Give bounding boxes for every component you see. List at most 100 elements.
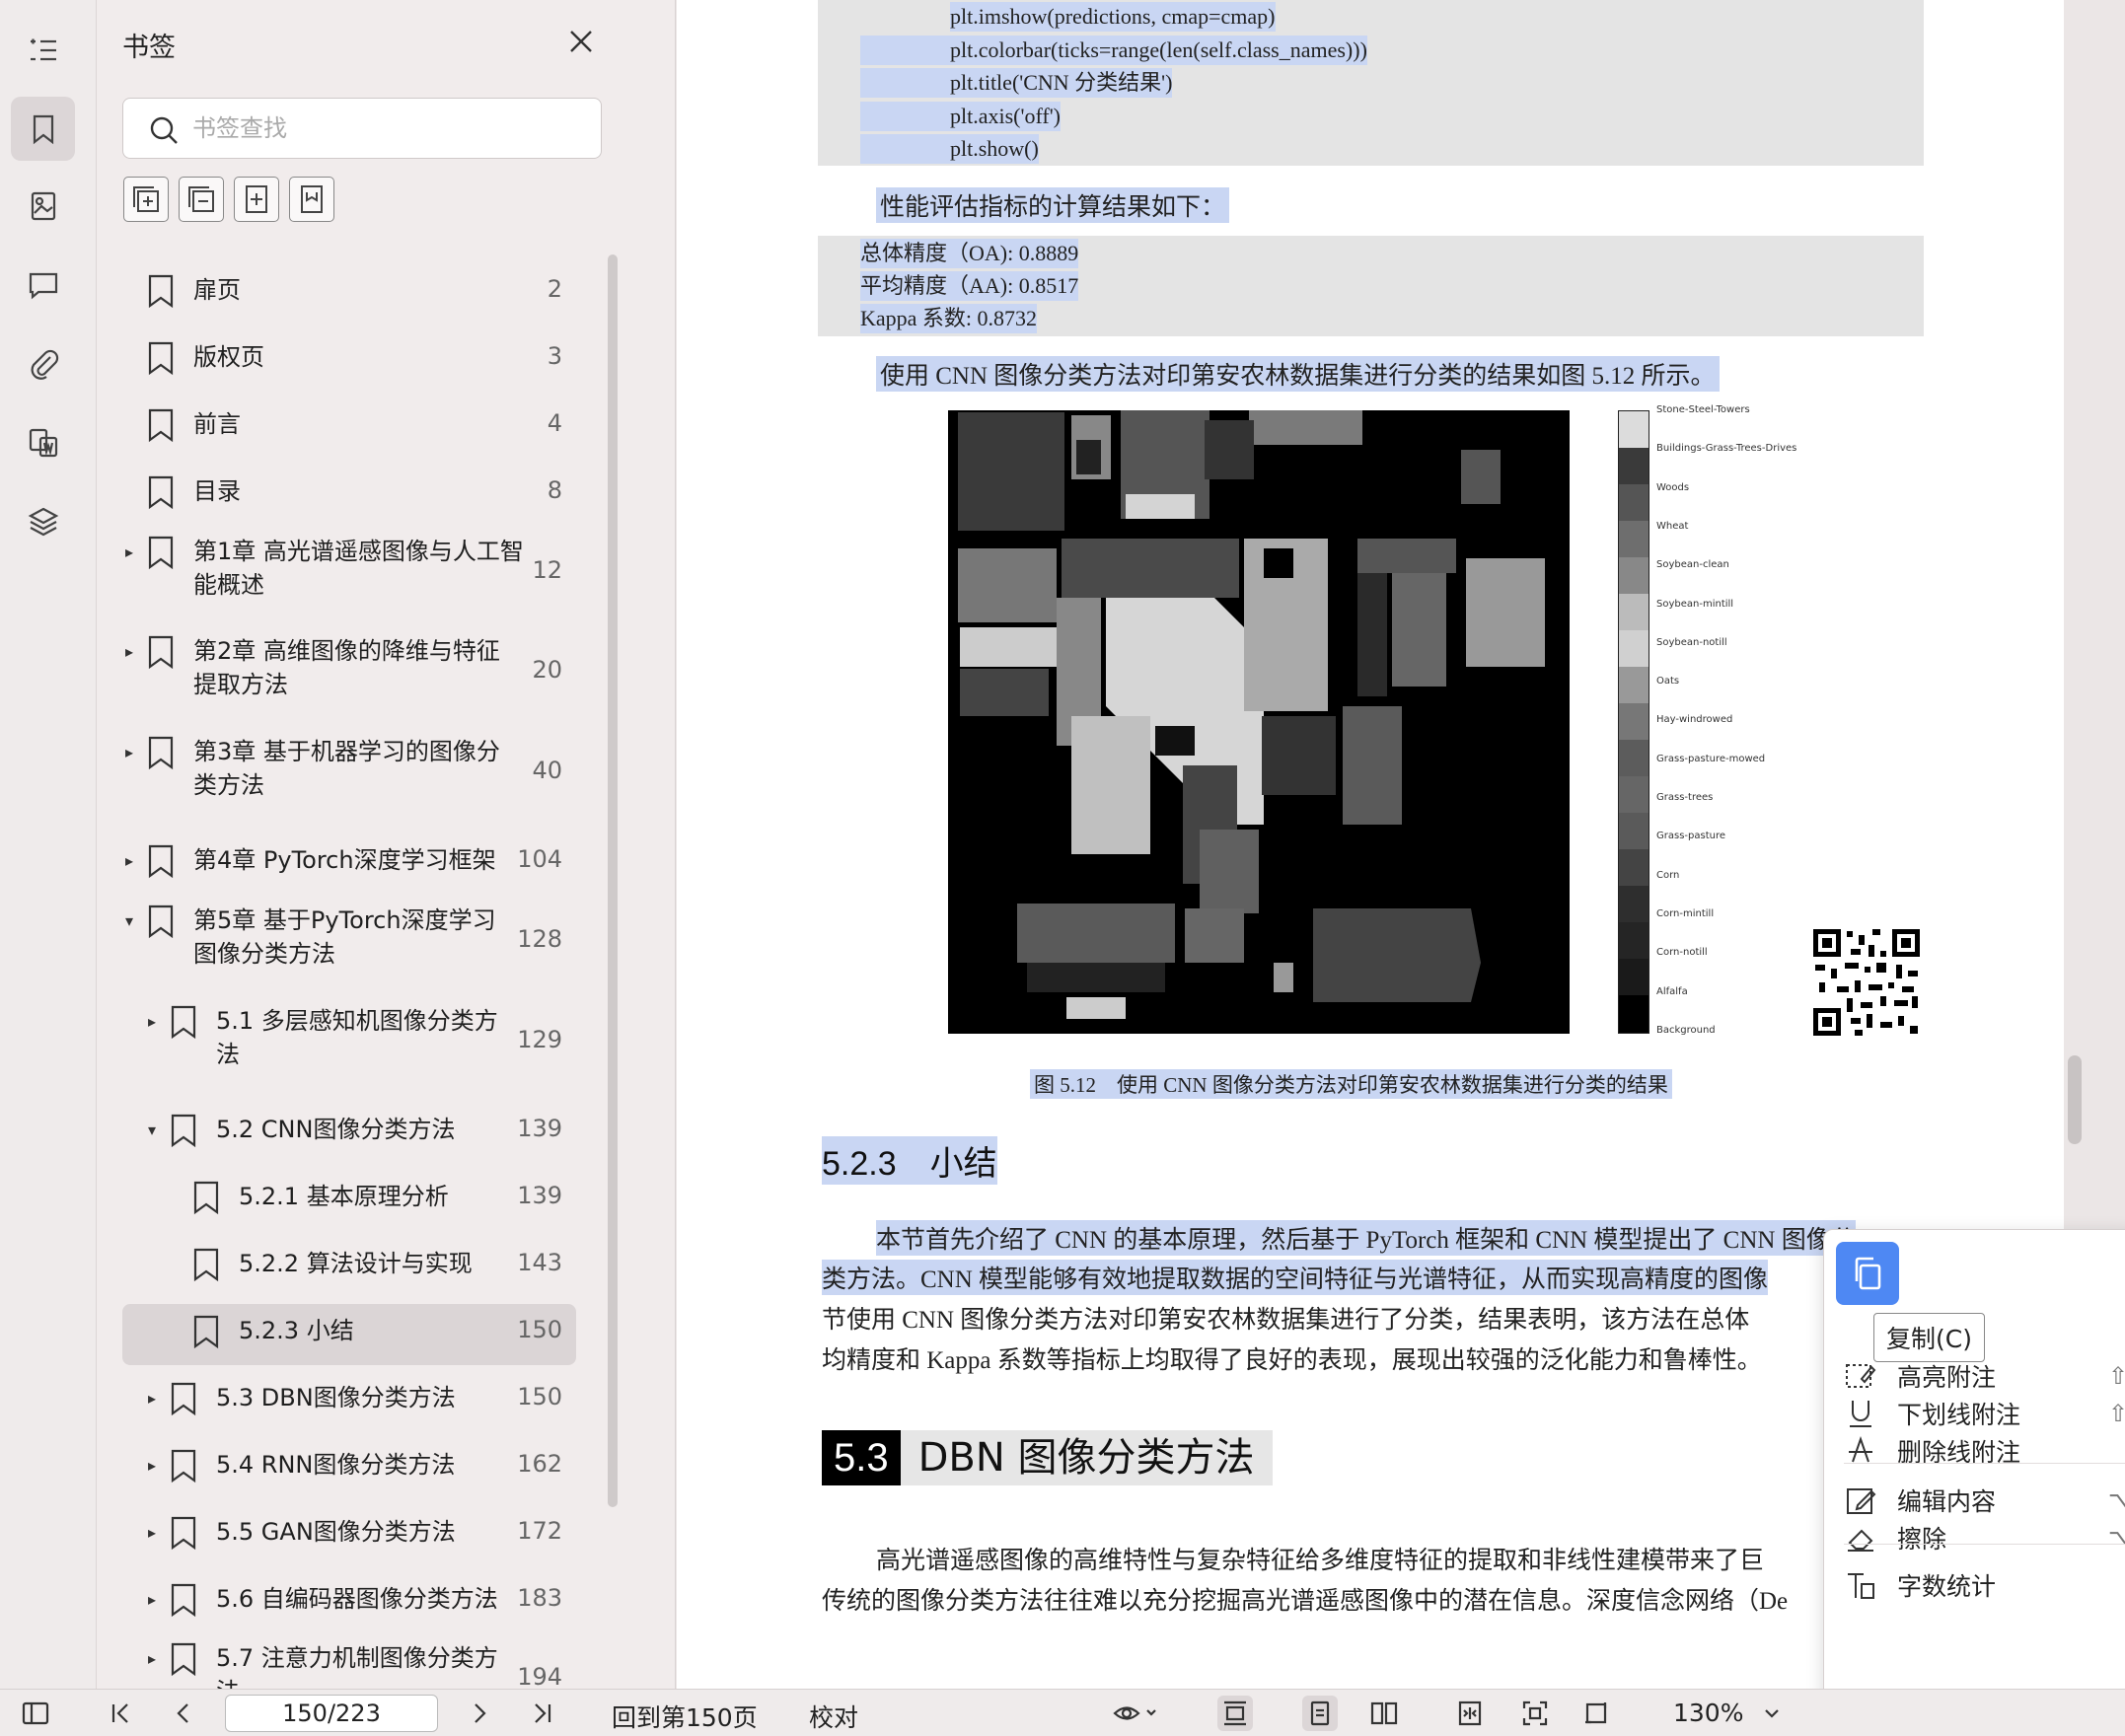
bookmark-page-number: 143 [517,1249,562,1276]
expand-arrow-icon[interactable]: ▸ [148,1649,164,1668]
metric-line: 总体精度（OA): 0.8889 [860,239,1079,268]
bookmark-item[interactable]: 目录 8 [122,465,576,522]
view-mode-icon[interactable] [1107,1696,1166,1731]
bookmark-label: 5.2 CNN图像分类方法 [216,1116,456,1143]
bookmark-label: 目录 [193,477,241,505]
bookmark-label: 版权页 [193,343,264,371]
expand-arrow-icon[interactable]: ▸ [148,1590,164,1609]
search-input[interactable] [192,107,587,150]
bookmark-item[interactable]: ▸ 5.4 RNN图像分类方法 162 [122,1438,576,1495]
bookmark-icon [146,904,176,939]
expand-arrow-icon[interactable]: ▸ [125,642,141,661]
bookmark-icon [146,273,176,309]
bookmark-item[interactable]: ▸ 第1章 高光谱遥感图像与人工智 能概述 12 [122,533,576,612]
bookmark-search[interactable] [122,98,602,159]
copy-icon [1855,1257,1881,1290]
document-scrollbar[interactable] [2068,1055,2082,1144]
collapse-arrow-icon[interactable]: ▾ [125,911,141,930]
page-number-input[interactable] [225,1695,438,1732]
bookmark-icon [146,843,176,879]
bookmark-icon [169,1448,198,1483]
colorbar-label: Hay-windrowed [1656,714,1733,726]
bookmark-icon[interactable] [11,97,75,161]
bookmark-item[interactable]: ▸ 5.7 注意力机制图像分类方法 194 [122,1639,576,1689]
bookmark-item[interactable]: 前言 4 [122,398,576,455]
comment-icon[interactable] [11,253,75,317]
panel-title: 书签 [122,33,176,63]
bookmark-item[interactable]: ▸ 5.3 DBN图像分类方法 150 [122,1371,576,1428]
bookmark-item[interactable]: ▸ 第2章 高维图像的降维与特征 提取方法 20 [122,632,576,711]
bookmark-page-number: 194 [517,1663,562,1689]
attachment-icon[interactable] [11,331,75,396]
bookmark-item[interactable]: 5.2.2 算法设计与实现 143 [122,1237,576,1294]
bookmark-item[interactable]: ▾ 5.2 CNN图像分类方法 139 [122,1103,576,1160]
bookmark-scrollbar[interactable] [608,254,618,1507]
add-bookmark-icon[interactable] [234,177,279,222]
close-icon[interactable] [563,24,599,59]
bookmark-page-number: 104 [517,845,562,873]
continuous-scroll-icon[interactable] [1217,1696,1253,1731]
context-menu: 复制(C) 高亮附注⇧⌘下划线附注⇧⌘删除线附注编辑内容⌥擦除⌥字数统计 [1823,1229,2125,1736]
bookmark-page-number: 2 [547,275,562,303]
proofread-button[interactable]: 校对 [809,1699,858,1734]
chevron-down-icon[interactable] [1754,1696,1790,1731]
bookmark-item[interactable]: ▸ 5.5 GAN图像分类方法 172 [122,1505,576,1562]
expand-arrow-icon[interactable]: ▸ [125,743,141,761]
expand-arrow-icon[interactable]: ▸ [148,1012,164,1031]
two-page-icon[interactable] [1366,1696,1402,1731]
bookmark-page-number: 40 [532,757,562,784]
context-menu-item[interactable]: 字数统计 [1844,1563,2125,1607]
back-to-page-button[interactable]: 回到第150页 [612,1699,758,1734]
rotate-icon[interactable] [1578,1696,1614,1731]
context-menu-item[interactable]: 删除线附注 [1844,1429,2125,1473]
next-page-icon[interactable] [462,1696,497,1731]
layers-icon[interactable] [11,489,75,553]
last-page-icon[interactable] [525,1696,560,1731]
first-page-icon[interactable] [103,1696,138,1731]
fit-page-icon[interactable] [1517,1696,1553,1731]
collapse-all-icon[interactable] [179,177,224,222]
prev-page-icon[interactable] [166,1696,201,1731]
expand-arrow-icon[interactable]: ▸ [148,1456,164,1475]
bookmark-label: 第2章 高维图像的降维与特征 提取方法 [193,634,500,701]
single-page-icon[interactable] [1302,1696,1338,1731]
bookmark-item[interactable]: 版权页 3 [122,330,576,388]
colorbar-label: Grass-pasture [1656,831,1726,842]
bookmark-label-line: 法 [216,1675,498,1689]
outline-icon[interactable] [11,18,75,82]
bookmark-page-number: 150 [517,1383,562,1410]
colorbar-label: Soybean-mintill [1656,598,1734,610]
context-menu-item[interactable]: 擦除 ⌥ [1844,1516,2125,1559]
zoom-level[interactable]: 130% [1673,1699,1743,1727]
delete-bookmark-icon[interactable] [289,177,334,222]
bookmark-item[interactable]: 扉页 2 [122,263,576,321]
bookmark-item[interactable]: ▸ 第4章 PyTorch深度学习框架 104 [122,833,576,891]
bookmark-page-number: 128 [517,925,562,953]
expand-arrow-icon[interactable]: ▸ [125,851,141,870]
translate-icon[interactable] [11,410,75,474]
bookmark-item[interactable]: ▸ 5.6 自编码器图像分类方法 183 [122,1572,576,1629]
bookmark-item[interactable]: 5.2.1 基本原理分析 139 [122,1170,576,1227]
fit-width-icon[interactable] [1452,1696,1488,1731]
copy-button[interactable] [1836,1242,1899,1305]
bookmark-label: 5.2.2 算法设计与实现 [239,1250,473,1277]
paragraph: 使用 CNN 图像分类方法对印第安农林数据集进行分类的结果如图 5.12 所示。 [876,356,1720,392]
summary-line: 均精度和 Kappa 系数等指标上均取得了良好的表现，展现出较强的泛化能力和鲁棒… [822,1347,1762,1374]
chapter-title: DBN 图像分类方法 [900,1430,1273,1485]
context-menu-label: 编辑内容 [1897,1487,1997,1516]
collapse-arrow-icon[interactable]: ▾ [148,1121,164,1139]
expand-arrow-icon[interactable]: ▸ [125,542,141,561]
expand-arrow-icon[interactable]: ▸ [148,1389,164,1408]
expand-all-icon[interactable] [123,177,169,222]
bookmark-page-number: 139 [517,1182,562,1209]
thumbnail-icon[interactable] [11,174,75,238]
bookmark-item[interactable]: ▾ 第5章 基于PyTorch深度学习 图像分类方法 128 [122,902,576,980]
expand-arrow-icon[interactable]: ▸ [148,1523,164,1542]
word-count-icon [1844,1568,1877,1602]
bookmark-page-number: 20 [532,656,562,684]
sidebar-toggle-icon[interactable] [18,1696,53,1731]
bookmark-item[interactable]: 5.2.3 小结 150 [122,1304,576,1365]
bookmark-item[interactable]: ▸ 第3章 基于机器学习的图像分 类方法 40 [122,733,576,812]
bookmark-item[interactable]: ▸ 5.1 多层感知机图像分类方法 129 [122,1002,576,1081]
bookmark-label: 5.2.1 基本原理分析 [239,1183,449,1210]
